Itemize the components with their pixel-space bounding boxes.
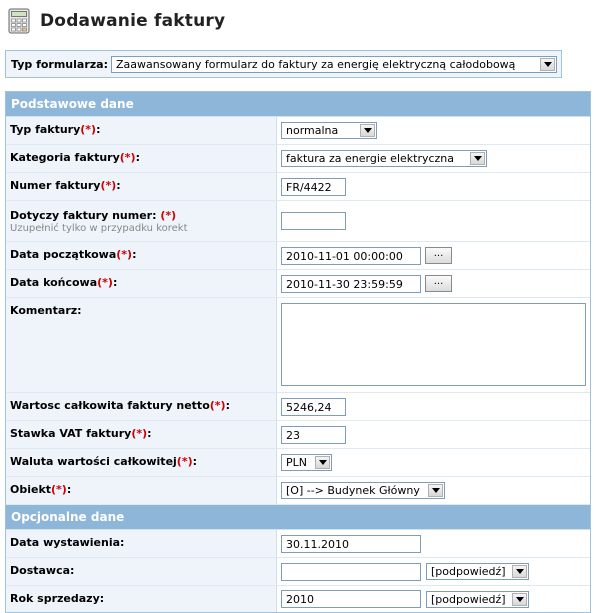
category-select[interactable]: faktura za energie elektryczna — [281, 150, 487, 167]
row-related-invoice: Dotyczy faktury numer: (*) Uzupełnić tyl… — [6, 201, 590, 242]
start-date-input[interactable]: 2010-11-01 00:00:00 — [281, 246, 421, 265]
supplier-input[interactable] — [281, 562, 421, 581]
row-currency: Waluta wartości całkowitej(*): PLN — [6, 449, 590, 477]
required-marker: (*) — [116, 248, 133, 261]
row-object: Obiekt(*): [O] --> Budynek Główny — [6, 477, 590, 505]
required-marker: (*) — [119, 151, 136, 164]
form-type-bar: Typ formularza: Zaawansowany formularz d… — [5, 50, 562, 78]
form-type-label: Typ formularza: — [11, 57, 108, 71]
invoice-type-select[interactable]: normalna — [281, 122, 377, 139]
required-marker: (*) — [131, 427, 148, 440]
sale-year-hint-select[interactable]: [podpowiedź] — [426, 590, 529, 608]
currency-select[interactable]: PLN — [281, 454, 332, 471]
calculator-icon — [8, 8, 30, 34]
row-sale-year: Rok sprzedazy: 2010 [podpowiedź] — [6, 586, 590, 612]
row-number: Numer faktury(*): FR/4422 — [6, 173, 590, 201]
sale-year-input[interactable]: 2010 — [281, 590, 421, 608]
required-marker: (*) — [80, 123, 97, 136]
chevron-down-icon — [540, 57, 555, 71]
row-issue-date: Data wystawienia: 30.11.2010 — [6, 530, 590, 558]
required-marker: (*) — [100, 179, 117, 192]
supplier-hint-select[interactable]: [podpowiedź] — [426, 563, 529, 580]
required-marker: (*) — [160, 209, 177, 222]
row-supplier: Dostawca: [podpowiedź] — [6, 558, 590, 586]
comment-textarea[interactable] — [281, 303, 586, 386]
invoice-number-input[interactable]: FR/4422 — [281, 177, 346, 196]
section-optional-header: Opcjonalne dane — [6, 505, 590, 530]
page-title: Dodawanie faktury — [40, 11, 226, 31]
row-vat: Stawka VAT faktury(*): 23 — [6, 421, 590, 449]
form-type-select[interactable]: Zaawansowany formularz do faktury za ene… — [111, 55, 557, 73]
required-marker: (*) — [209, 399, 226, 412]
object-select[interactable]: [O] --> Budynek Główny — [281, 482, 445, 499]
net-total-input[interactable]: 5246,24 — [281, 397, 346, 416]
chevron-down-icon — [360, 124, 375, 137]
section-basic-header: Podstawowe dane — [6, 92, 590, 117]
page-header: Dodawanie faktury — [8, 6, 225, 36]
start-date-picker-button[interactable]: ... — [425, 247, 452, 264]
chevron-down-icon — [512, 592, 527, 606]
vat-input[interactable]: 23 — [281, 425, 346, 444]
row-start-date: Data początkowa(*): 2010-11-01 00:00:00 … — [6, 242, 590, 270]
end-date-input[interactable]: 2010-11-30 23:59:59 — [281, 274, 421, 293]
invoice-form: Podstawowe dane Typ faktury(*): normalna… — [5, 91, 591, 613]
end-date-picker-button[interactable]: ... — [425, 275, 452, 292]
row-category: Kategoria faktury(*): faktura za energie… — [6, 145, 590, 173]
row-net-total: Wartosc całkowita faktury netto(*): 5246… — [6, 393, 590, 421]
row-end-date: Data końcowa(*): 2010-11-30 23:59:59 ... — [6, 270, 590, 298]
row-invoice-type: Typ faktury(*): normalna — [6, 117, 590, 145]
related-hint: Uzupełnić tylko w przypadku korekt — [10, 223, 188, 234]
row-comment: Komentarz: — [6, 298, 590, 393]
chevron-down-icon — [428, 484, 443, 497]
chevron-down-icon — [512, 565, 527, 578]
required-marker: (*) — [176, 455, 193, 468]
required-marker: (*) — [97, 276, 113, 289]
chevron-down-icon — [470, 152, 485, 165]
chevron-down-icon — [315, 456, 330, 469]
related-invoice-input[interactable] — [281, 212, 346, 230]
required-marker: (*) — [51, 483, 67, 496]
issue-date-input[interactable]: 30.11.2010 — [281, 534, 421, 553]
